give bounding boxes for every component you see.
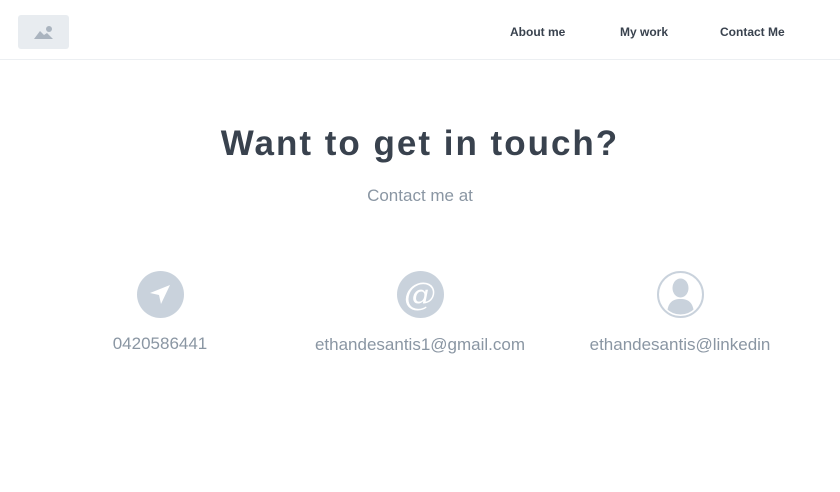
send-icon-wrap bbox=[136, 271, 184, 318]
at-sign-icon: @ bbox=[404, 278, 436, 312]
user-icon-wrap bbox=[656, 271, 704, 318]
user-icon bbox=[666, 278, 694, 315]
at-sign-icon-wrap: @ bbox=[396, 271, 444, 318]
contact-email-value[interactable]: ethandesantis1@gmail.com bbox=[280, 335, 560, 355]
nav-contact-me[interactable]: Contact Me bbox=[720, 25, 785, 39]
image-placeholder-icon bbox=[33, 26, 53, 39]
contact-email: @ ethandesantis1@gmail.com bbox=[280, 271, 560, 355]
page-subtitle: Contact me at bbox=[367, 186, 473, 205]
navbar: About me My work Contact Me bbox=[0, 0, 840, 60]
contact-linkedin-value[interactable]: ethandesantis@linkedin bbox=[540, 335, 820, 355]
svg-text:@: @ bbox=[404, 278, 436, 312]
send-icon bbox=[150, 284, 170, 304]
page-title: Want to get in touch? bbox=[220, 124, 620, 163]
contact-phone-value[interactable]: 0420586441 bbox=[20, 334, 300, 354]
contact-phone: 0420586441 bbox=[20, 271, 300, 354]
nav-my-work[interactable]: My work bbox=[620, 25, 668, 39]
logo[interactable] bbox=[18, 15, 69, 49]
contact-linkedin: ethandesantis@linkedin bbox=[540, 271, 820, 355]
nav-about-me[interactable]: About me bbox=[510, 25, 565, 39]
